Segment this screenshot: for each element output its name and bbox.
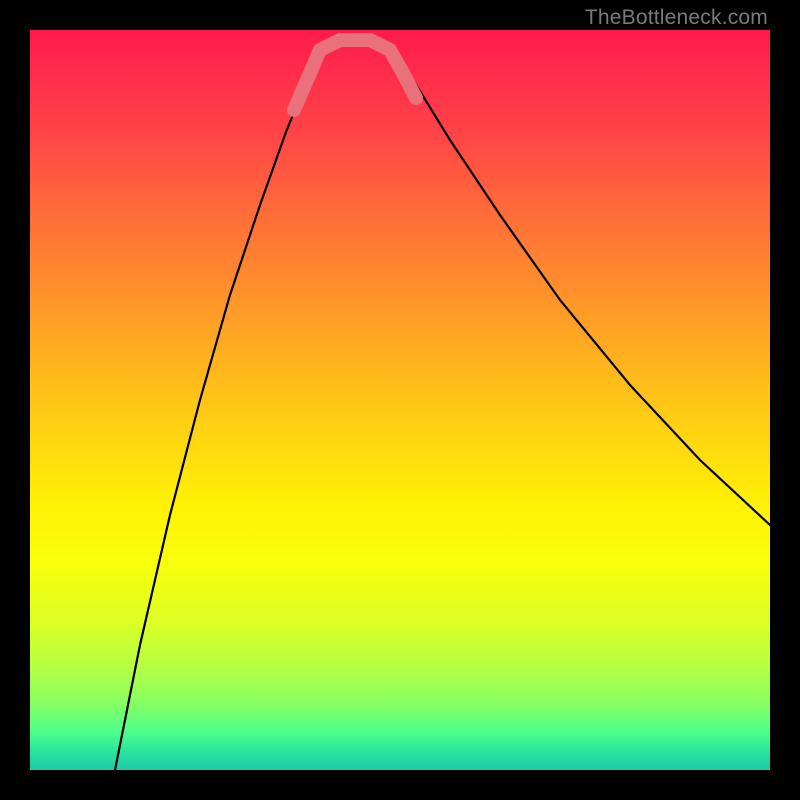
bottleneck-curve xyxy=(115,40,770,770)
valley-highlight xyxy=(294,40,416,110)
watermark-text: TheBottleneck.com xyxy=(585,6,768,30)
chart-frame: TheBottleneck.com xyxy=(0,0,800,800)
curve-layer xyxy=(30,30,770,770)
plot-area xyxy=(30,30,770,770)
